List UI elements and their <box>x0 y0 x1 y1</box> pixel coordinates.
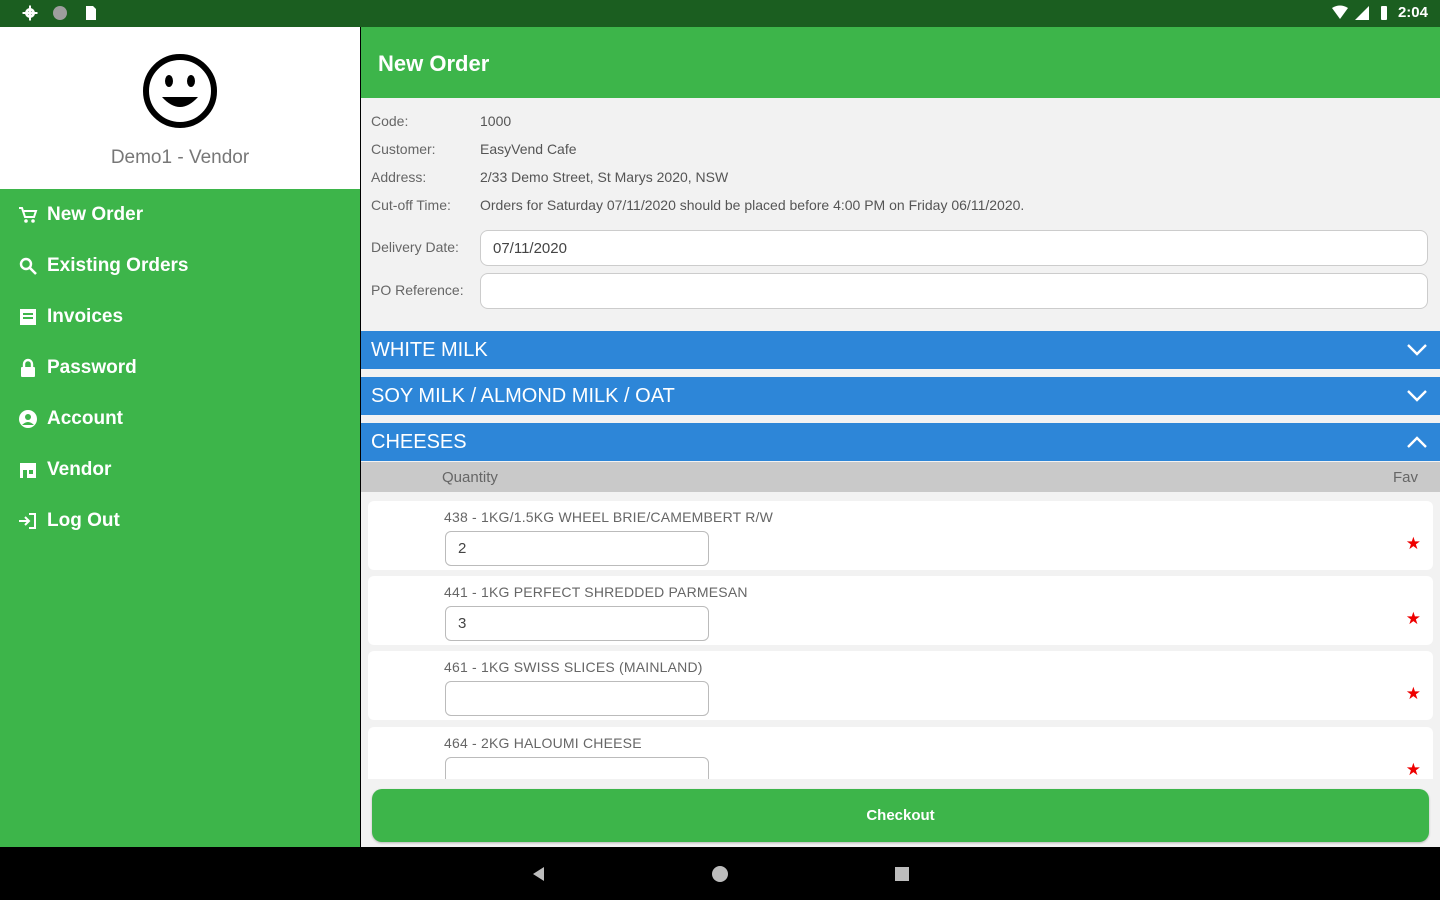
sidebar-item-label: Password <box>47 356 137 378</box>
wifi-icon <box>1331 5 1348 19</box>
items-table-header: Quantity Fav <box>361 462 1440 492</box>
profile-header: Demo1 - Vendor <box>0 27 360 189</box>
recents-icon[interactable] <box>893 865 911 883</box>
category-soy-almond-oat[interactable]: SOY MILK / ALMOND MILK / OAT <box>361 377 1440 415</box>
page-title: New Order <box>378 51 490 76</box>
address-row: Address: 2/33 Demo Street, St Marys 2020… <box>371 167 728 187</box>
navigation-drawer: Demo1 - Vendor New Order Existing Orders… <box>0 27 360 847</box>
list-item: 438 - 1KG/1.5KG WHEEL BRIE/CAMEMBERT R/W… <box>368 501 1433 570</box>
quantity-field[interactable]: 3 <box>445 606 709 641</box>
system-navigation-bar <box>0 847 1440 900</box>
battery-icon <box>1380 5 1387 20</box>
sd-card-icon <box>86 6 96 20</box>
back-icon[interactable] <box>530 865 548 883</box>
favorite-star-icon[interactable]: ★ <box>1406 535 1421 552</box>
lock-icon <box>21 358 35 377</box>
sidebar-menu: New Order Existing Orders Invoices Passw… <box>0 189 360 546</box>
sidebar-item-label: Invoices <box>47 305 124 327</box>
cutoff-row: Cut-off Time: Orders for Saturday 07/11/… <box>371 195 1024 215</box>
store-icon <box>20 462 36 478</box>
quantity-field[interactable]: 2 <box>445 531 709 566</box>
sidebar-item-label: Vendor <box>47 458 112 480</box>
category-label: SOY MILK / ALMOND MILK / OAT <box>371 384 675 407</box>
sidebar-item-new-order[interactable]: New Order <box>0 189 360 240</box>
checkout-button[interactable]: Checkout <box>372 789 1429 842</box>
item-name: 461 - 1KG SWISS SLICES (MAINLAND) <box>444 659 703 675</box>
quantity-field[interactable] <box>445 681 709 716</box>
clock: 2:04 <box>1397 4 1428 21</box>
list-item: 464 - 2KG HALOUMI CHEESE ★ <box>368 727 1433 779</box>
smiley-avatar-icon <box>143 54 217 128</box>
main-content: New Order Code: 1000 Customer: EasyVend … <box>361 27 1440 847</box>
delivery-date-label: Delivery Date: <box>371 239 459 255</box>
po-reference-field[interactable] <box>480 273 1428 309</box>
circle-status-icon <box>53 6 67 20</box>
item-name: 441 - 1KG PERFECT SHREDDED PARMESAN <box>444 584 748 600</box>
profile-name: Demo1 - Vendor <box>110 147 250 168</box>
sidebar-item-label: New Order <box>47 203 144 225</box>
sidebar-item-existing-orders[interactable]: Existing Orders <box>0 240 360 291</box>
quantity-field[interactable] <box>445 757 709 779</box>
fav-column-header: Fav <box>1392 469 1418 486</box>
sidebar-item-password[interactable]: Password <box>0 342 360 393</box>
list-item: 441 - 1KG PERFECT SHREDDED PARMESAN 3 ★ <box>368 576 1433 645</box>
favorite-star-icon[interactable]: ★ <box>1406 610 1421 627</box>
account-icon <box>19 409 37 428</box>
cheese-item-list[interactable]: 438 - 1KG/1.5KG WHEEL BRIE/CAMEMBERT R/W… <box>361 492 1440 779</box>
address-label: Address: <box>371 169 427 185</box>
cart-icon <box>19 206 38 223</box>
item-name: 438 - 1KG/1.5KG WHEEL BRIE/CAMEMBERT R/W <box>444 509 774 525</box>
list-item: 461 - 1KG SWISS SLICES (MAINLAND) ★ <box>368 651 1433 720</box>
sidebar-item-vendor[interactable]: Vendor <box>0 444 360 495</box>
favorite-star-icon[interactable]: ★ <box>1406 761 1421 778</box>
app-bar: New Order <box>361 27 1440 98</box>
customer-label: Customer: <box>371 141 436 157</box>
signal-icon <box>1354 5 1369 20</box>
customer-value: EasyVend Cafe <box>480 141 577 157</box>
code-value: 1000 <box>480 113 512 129</box>
quantity-column-header: Quantity <box>442 469 498 486</box>
chevron-down-icon <box>1407 390 1427 402</box>
customer-row: Customer: EasyVend Cafe <box>371 139 577 159</box>
sidebar-item-account[interactable]: Account <box>0 393 360 444</box>
chevron-down-icon <box>1407 344 1427 356</box>
code-label: Code: <box>371 113 409 129</box>
po-reference-label: PO Reference: <box>371 282 464 298</box>
category-label: WHITE MILK <box>371 338 488 361</box>
category-cheeses[interactable]: CHEESES <box>361 423 1440 461</box>
cutoff-label: Cut-off Time: <box>371 197 451 213</box>
category-white-milk[interactable]: WHITE MILK <box>361 331 1440 369</box>
sidebar-item-label: Existing Orders <box>47 254 189 276</box>
sidebar-item-label: Log Out <box>47 509 120 531</box>
sidebar-item-log-out[interactable]: Log Out <box>0 495 360 546</box>
invoice-icon <box>20 308 36 325</box>
sidebar-item-label: Account <box>47 407 123 429</box>
settings-icon <box>22 5 38 21</box>
search-icon <box>19 257 37 275</box>
favorite-star-icon[interactable]: ★ <box>1406 685 1421 702</box>
status-bar: 2:04 <box>0 0 1440 27</box>
chevron-up-icon <box>1407 436 1427 448</box>
category-label: CHEESES <box>371 430 467 453</box>
code-row: Code: 1000 <box>371 111 511 131</box>
logout-icon <box>19 512 36 529</box>
home-icon[interactable] <box>711 865 729 883</box>
cutoff-value: Orders for Saturday 07/11/2020 should be… <box>480 197 1025 213</box>
sidebar-item-invoices[interactable]: Invoices <box>0 291 360 342</box>
delivery-date-field[interactable]: 07/11/2020 <box>480 230 1428 266</box>
item-name: 464 - 2KG HALOUMI CHEESE <box>444 735 642 751</box>
address-value: 2/33 Demo Street, St Marys 2020, NSW <box>480 169 729 185</box>
